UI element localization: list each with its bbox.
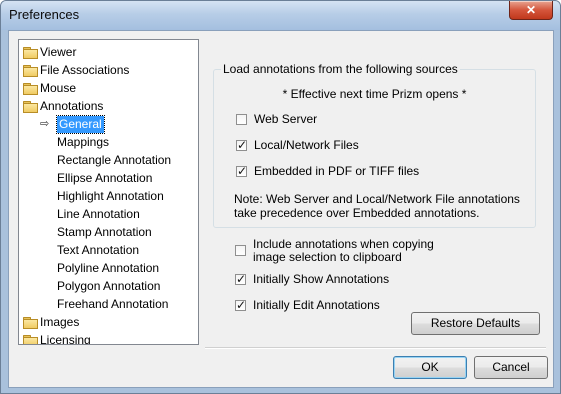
- embedded-checkbox[interactable]: [236, 164, 247, 178]
- tree-item-label: Text Annotation: [57, 243, 140, 257]
- precedence-note: Note: Web Server and Local/Network File …: [234, 192, 520, 220]
- tree-item-stamp-annotation[interactable]: Stamp Annotation: [57, 224, 152, 241]
- initially-edit-checkbox[interactable]: [235, 298, 246, 312]
- tree-item-mappings[interactable]: Mappings: [57, 134, 109, 151]
- effective-note: * Effective next time Prizm opens *: [282, 87, 467, 101]
- tree-item-polyline-annotation[interactable]: Polyline Annotation: [57, 260, 159, 277]
- tree-item-general[interactable]: ⇨ General: [40, 115, 190, 134]
- title-bar: Preferences ✕: [1, 1, 560, 30]
- tree-item-label: Freehand Annotation: [57, 297, 169, 311]
- folder-icon: [23, 83, 38, 95]
- folder-icon: [23, 317, 38, 329]
- folder-icon: [23, 101, 38, 113]
- sources-legend: Load annotations from the following sour…: [221, 62, 460, 76]
- tree-item-label: File Associations: [40, 63, 130, 77]
- tree-item-label: Licensing: [40, 333, 91, 345]
- close-icon: ✕: [525, 3, 537, 17]
- local-network-checkbox[interactable]: [236, 138, 247, 152]
- tree-item-label: General: [56, 115, 105, 134]
- tree-item-label: Rectangle Annotation: [57, 153, 172, 167]
- initially-show-label[interactable]: Initially Show Annotations: [253, 272, 389, 286]
- sources-groupbox: Load annotations from the following sour…: [213, 62, 536, 228]
- tree-item-freehand-annotation[interactable]: Freehand Annotation: [57, 296, 168, 313]
- tree-item-label: Line Annotation: [57, 207, 140, 221]
- local-network-label[interactable]: Local/Network Files: [254, 138, 359, 152]
- web-server-checkbox[interactable]: [236, 114, 247, 125]
- preferences-window: Preferences ✕ Viewer File Associations M…: [0, 0, 561, 394]
- embedded-label[interactable]: Embedded in PDF or TIFF files: [254, 164, 419, 178]
- tree-item-line-annotation[interactable]: Line Annotation: [57, 206, 140, 223]
- button-divider: [205, 347, 546, 349]
- initially-edit-label[interactable]: Initially Edit Annotations: [253, 298, 380, 312]
- tree-item-label: Ellipse Annotation: [57, 171, 153, 185]
- tree-item-label: Stamp Annotation: [57, 225, 152, 239]
- tree-item-label: Highlight Annotation: [57, 189, 164, 203]
- window-title: Preferences: [9, 7, 80, 22]
- dialog-client-area: Viewer File Associations Mouse Annotatio…: [8, 30, 554, 388]
- tree-item-label: Mouse: [40, 81, 77, 95]
- folder-icon: [23, 335, 38, 344]
- tree-item-label: Images: [40, 315, 80, 329]
- tree-item-rectangle-annotation[interactable]: Rectangle Annotation: [57, 152, 171, 169]
- web-server-label[interactable]: Web Server: [254, 112, 317, 126]
- folder-icon: [23, 47, 38, 59]
- tree-item-label: Polyline Annotation: [57, 261, 160, 275]
- tree-item-text-annotation[interactable]: Text Annotation: [57, 242, 139, 259]
- tree-item-ellipse-annotation[interactable]: Ellipse Annotation: [57, 170, 152, 187]
- tree-item-highlight-annotation[interactable]: Highlight Annotation: [57, 188, 164, 205]
- tree-item-label: Annotations: [40, 99, 104, 113]
- settings-tree[interactable]: Viewer File Associations Mouse Annotatio…: [18, 39, 199, 345]
- general-settings-panel: Load annotations from the following sour…: [205, 31, 545, 351]
- tree-item-label: Mappings: [57, 135, 110, 149]
- tree-item-polygon-annotation[interactable]: Polygon Annotation: [57, 278, 160, 295]
- tree-item-label: Viewer: [40, 45, 77, 59]
- include-copy-label[interactable]: Include annotations when copying image s…: [253, 238, 463, 264]
- restore-defaults-button[interactable]: Restore Defaults: [411, 312, 540, 335]
- initially-show-checkbox[interactable]: [235, 272, 246, 286]
- close-button[interactable]: ✕: [509, 1, 553, 20]
- ok-button[interactable]: OK: [393, 356, 467, 379]
- folder-icon: [23, 65, 38, 77]
- cancel-button[interactable]: Cancel: [474, 356, 548, 379]
- tree-item-label: Polygon Annotation: [57, 279, 161, 293]
- arrow-right-icon: ⇨: [40, 118, 50, 130]
- include-copy-checkbox[interactable]: [235, 245, 246, 256]
